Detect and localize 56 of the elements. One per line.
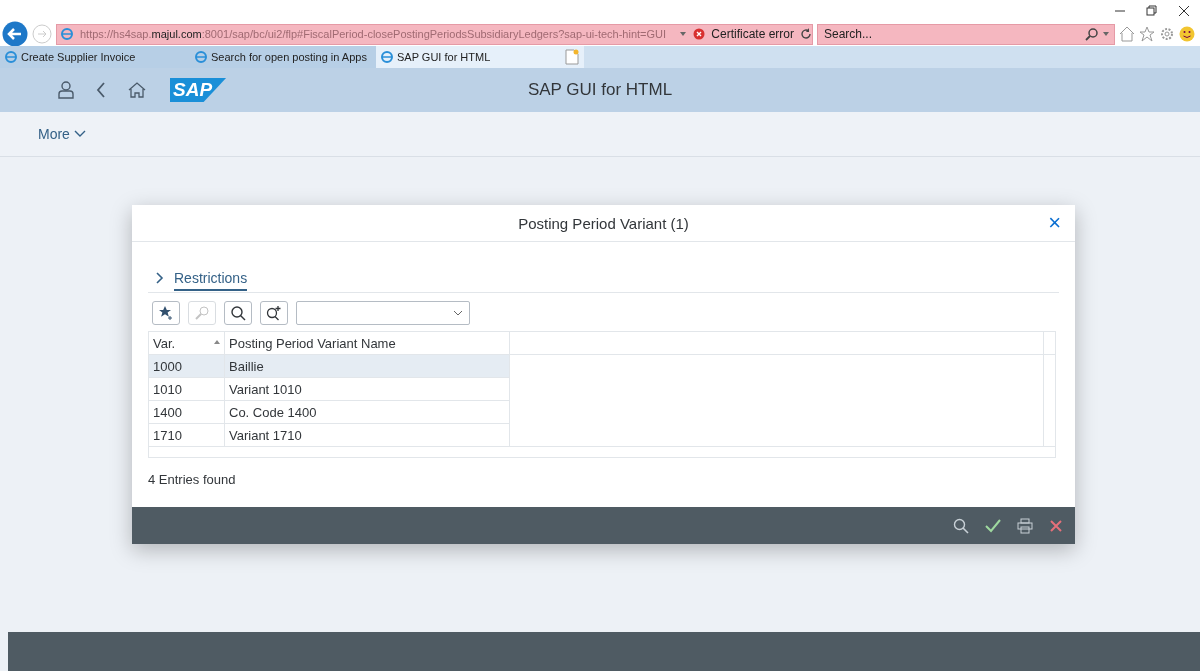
user-icon[interactable] xyxy=(58,81,74,99)
search-plus-icon xyxy=(266,305,282,321)
close-icon[interactable] xyxy=(1178,5,1190,17)
star-icon[interactable] xyxy=(1139,26,1155,42)
home-icon[interactable] xyxy=(128,82,146,98)
smiley-icon[interactable] xyxy=(1179,26,1195,42)
certificate-error[interactable]: Certificate error xyxy=(711,27,794,41)
search-button[interactable] xyxy=(224,301,252,325)
table-cell[interactable]: Variant 1010 xyxy=(224,377,510,401)
chevron-down-icon xyxy=(453,310,463,316)
chevron-down-icon xyxy=(73,130,86,138)
browser-tab[interactable]: SAP GUI for HTML xyxy=(376,46,560,68)
favorite-add-button[interactable] xyxy=(152,301,180,325)
home-icon[interactable] xyxy=(1119,26,1135,42)
search-box[interactable]: Search... xyxy=(817,23,1115,45)
new-search-button[interactable] xyxy=(260,301,288,325)
checkmark-icon[interactable] xyxy=(985,517,1001,534)
shell-title: SAP GUI for HTML xyxy=(527,80,673,99)
column-header[interactable]: Var. xyxy=(153,335,176,351)
browser-tab[interactable]: Create Supplier Invoice xyxy=(0,46,190,68)
back-icon[interactable] xyxy=(2,21,28,47)
cancel-icon[interactable] xyxy=(1049,518,1063,533)
browser-tab[interactable]: Search for open posting in Apps xyxy=(190,46,376,68)
search-icon[interactable] xyxy=(953,517,969,534)
table-cell[interactable]: 1000 xyxy=(148,354,225,378)
search-icon[interactable] xyxy=(1085,27,1098,41)
dropdown-field[interactable] xyxy=(296,301,470,325)
restore-icon[interactable] xyxy=(1146,5,1158,17)
shield-error-icon[interactable] xyxy=(693,28,706,40)
close-button[interactable]: × xyxy=(1048,213,1061,233)
chevron-right-icon[interactable] xyxy=(156,272,164,284)
browser-logo-icon xyxy=(4,50,18,64)
browser-logo-icon xyxy=(380,50,394,64)
back-icon[interactable] xyxy=(96,82,106,98)
address-bar[interactable]: https://hs4sap.majul.com:8001/sap/bc/ui2/flp#FiscalPeriod-closePostingPeriodsSubsidiaryLedgers?sap-ui-tech-hint=GUI Certificate error xyxy=(56,23,813,45)
dropdown-icon[interactable] xyxy=(1102,30,1110,38)
refresh-icon[interactable] xyxy=(800,28,812,40)
sap-logo[interactable]: SAP xyxy=(170,78,227,102)
more-menu-button[interactable]: More xyxy=(38,126,86,142)
table-cell[interactable]: Co. Code 1400 xyxy=(224,400,510,424)
table-cell[interactable]: 1400 xyxy=(148,400,225,424)
printer-icon[interactable] xyxy=(1017,517,1033,534)
restrictions-tab[interactable]: Restrictions xyxy=(174,265,248,291)
table-cell[interactable]: 1010 xyxy=(148,377,225,401)
browser-logo-icon xyxy=(194,50,208,64)
star-plus-icon xyxy=(158,305,174,321)
table-cell[interactable]: Baillie xyxy=(224,354,510,378)
url-text[interactable]: https://hs4sap.majul.com:8001/sap/bc/ui2/flp#FiscalPeriod-closePostingPeriodsSubsidiaryLedgers?sap-ui-tech-hint=GUI xyxy=(80,28,674,40)
sort-icon[interactable] xyxy=(214,340,220,346)
search-icon xyxy=(230,305,246,321)
entries-found-text: 4 Entries found xyxy=(148,471,237,489)
search-field[interactable]: Search... xyxy=(822,26,1081,42)
dialog-title: Posting Period Variant (1) xyxy=(518,214,689,232)
table-cell[interactable]: Variant 1710 xyxy=(224,423,510,447)
dropdown-icon[interactable] xyxy=(679,30,688,38)
table-cell[interactable]: 1710 xyxy=(148,423,225,447)
